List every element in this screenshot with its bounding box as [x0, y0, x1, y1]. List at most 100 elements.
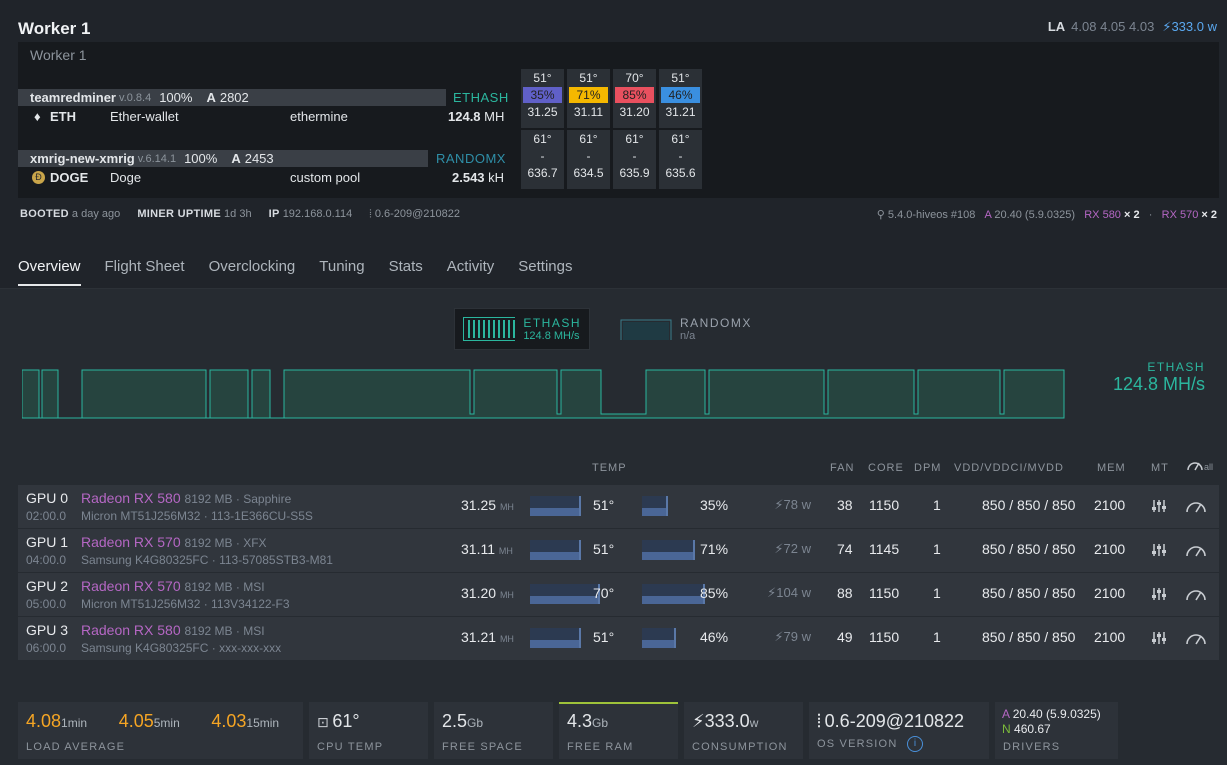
gpu-dpm: 1 [933, 497, 941, 513]
gauge-icon[interactable] [1185, 586, 1207, 605]
tab-settings[interactable]: Settings [518, 258, 572, 286]
lightning-icon: ⚡ [774, 629, 784, 644]
gpu-hashrate: 31.11 MH [461, 541, 513, 557]
col-header-all[interactable]: all [1186, 458, 1213, 475]
coin-name: ETH [50, 109, 76, 124]
power-indicator: ⚡333.0 w [1162, 19, 1217, 34]
gauge-icon [1187, 462, 1203, 471]
gpu-voltages: 850 / 850 / 850 [982, 585, 1076, 601]
col-header-mem: MEM [1097, 462, 1126, 474]
gpu-memory-info: Samsung K4G80325FC · xxx-xxx-xxx [81, 641, 282, 655]
os-version-value: 0.6-209@210822 [374, 208, 460, 220]
hashrate-sparkline-icon [620, 319, 672, 340]
la-values: 4.08 4.05 4.03 [1071, 19, 1155, 34]
tab-overclocking[interactable]: Overclocking [209, 258, 296, 286]
wallet-name: Ether-wallet [110, 109, 179, 124]
miner-version: v.6.14.1 [137, 152, 177, 165]
gpu-row[interactable]: GPU 1 04:00.0 Radeon RX 570 8192 MB · XF… [18, 529, 1219, 572]
info-icon[interactable]: i [907, 736, 923, 752]
miner-name: teamredminer [30, 90, 116, 105]
gpu-mem-clock: 2100 [1094, 585, 1126, 601]
algo-switch-randomx[interactable]: RANDOMX n/a [612, 308, 772, 350]
gpu-dpm: 1 [933, 629, 941, 645]
gpu-hashrate: 31.25 MH [461, 497, 514, 513]
temp-bar [530, 540, 581, 560]
gauge-icon[interactable] [1185, 630, 1207, 649]
gpu-cell: 70° 85% 31.20 [613, 69, 656, 128]
gauge-icon[interactable] [1185, 498, 1207, 517]
hashrate-sparkline-icon [463, 317, 516, 341]
gpu-cell: 51° 35% 31.25 [521, 69, 564, 128]
la-label: LA [1047, 19, 1066, 34]
gpu-fan: 71% [700, 541, 729, 557]
col-header-core: CORE [868, 462, 904, 474]
gpu-fan: 35% [700, 497, 729, 513]
card-free-ram: 4.3Gb FREE RAM [559, 702, 678, 759]
worker-subtitle: Worker 1 [30, 47, 87, 63]
tab-flight-sheet[interactable]: Flight Sheet [105, 258, 185, 286]
gpu-power: ⚡104 w [767, 585, 811, 600]
tab-tuning[interactable]: Tuning [319, 258, 364, 286]
algo-switch-ethash[interactable]: ETHASH 124.8 MH/s [454, 308, 590, 350]
gpu-temp: 51° [593, 629, 615, 645]
gpu-row[interactable]: GPU 3 06:00.0 Radeon RX 580 8192 MB · MS… [18, 617, 1219, 660]
uptime-value: 1d 3h [224, 208, 252, 220]
worker-info-line: BOOTED a day ago MINER UPTIME 1d 3h IP 1… [20, 208, 460, 220]
load-average-header: LA 4.08 4.05 4.03 ⚡333.0 w [1048, 19, 1217, 35]
pool-name: custom pool [290, 170, 361, 185]
gpu-index: GPU 2 [26, 578, 69, 594]
gpu-temp: 51° [593, 541, 615, 557]
gauge-icon[interactable] [1185, 542, 1207, 561]
gpu-index: GPU 3 [26, 622, 69, 638]
miner-percent: 100% [159, 90, 193, 105]
doge-icon: Ð [32, 171, 45, 184]
tab-overview[interactable]: Overview [18, 258, 81, 286]
gpu-model-line: Radeon RX 570 8192 MB · XFX [81, 534, 267, 550]
gpu-memory-info: Samsung K4G80325FC · 113-57085STB3-M81 [81, 553, 333, 567]
hashrate-area [22, 369, 1065, 419]
miner-accepted: A 2802 [206, 90, 249, 105]
gpu-row[interactable]: GPU 2 05:00.0 Radeon RX 570 8192 MB · MS… [18, 573, 1219, 616]
gpu-dpm: 1 [933, 585, 941, 601]
tuning-sliders-icon[interactable] [1151, 586, 1167, 605]
gpu-model-line: Radeon RX 580 8192 MB · MSI [81, 622, 265, 638]
gpu-cell: 51° 71% 31.11 [567, 69, 610, 128]
miner-algo: RANDOMX [436, 151, 506, 166]
card-load-average: 4.081min 4.055min 4.0315min LOAD AVERAGE [18, 702, 303, 759]
tab-activity[interactable]: Activity [447, 258, 495, 286]
hardware-info-line: ⚲ 5.4.0-hiveos #108 A 20.40 (5.9.0325) R… [876, 209, 1217, 221]
hive-os-icon: ⦙ [817, 711, 822, 731]
gpu-fan-setting: 38 [837, 497, 853, 513]
hashrate-history-chart [22, 369, 1065, 419]
gpu-cell: 61° -634.5 [567, 130, 610, 189]
cpu-icon: ⊡ [317, 714, 329, 730]
gpu-hashrate: 31.21 MH [461, 629, 514, 645]
gpu-row[interactable]: GPU 0 02:00.0 Radeon RX 580 8192 MB · Sa… [18, 485, 1219, 528]
current-hashrate: ETHASH 124.8 MH/s [1112, 360, 1205, 394]
miner-coin-row: ♦ ETH Ether-wallet ethermine 124.8 MH [34, 109, 506, 125]
gpu-core-clock: 1150 [869, 497, 900, 513]
miner-bar-xmrig[interactable]: xmrig-new-xmrig v.6.14.1 100% A 2453 [18, 150, 428, 167]
tuning-sliders-icon[interactable] [1151, 498, 1167, 517]
gpu-fan: 85% [700, 585, 729, 601]
gpu-cell: 61° -635.6 [659, 130, 702, 189]
fan-bar [642, 496, 668, 516]
miner-percent: 100% [184, 151, 218, 166]
tuning-sliders-icon[interactable] [1151, 630, 1167, 649]
lightning-icon: ⚡ [774, 541, 784, 556]
gpu-temp: 51° [593, 497, 615, 513]
gpu-core-clock: 1145 [869, 541, 900, 557]
miner-bar-teamredminer[interactable]: teamredminer v.0.8.4 100% A 2802 [18, 89, 446, 106]
gpu-bus: 06:00.0 [26, 641, 67, 655]
gpu-model-line: Radeon RX 570 8192 MB · MSI [81, 578, 265, 594]
tab-divider [0, 288, 1227, 289]
card-free-space: 2.5Gb FREE SPACE [434, 702, 553, 759]
gpu-voltages: 850 / 850 / 850 [982, 629, 1076, 645]
gpu-bus: 02:00.0 [26, 509, 67, 523]
tab-stats[interactable]: Stats [389, 258, 423, 286]
temp-bar [530, 584, 600, 604]
gpu-fan: 46% [700, 629, 729, 645]
card-cpu-temp: ⊡ 61° CPU TEMP [309, 702, 428, 759]
card-consumption: ⚡333.0w CONSUMPTION [684, 702, 803, 759]
tuning-sliders-icon[interactable] [1151, 542, 1167, 561]
